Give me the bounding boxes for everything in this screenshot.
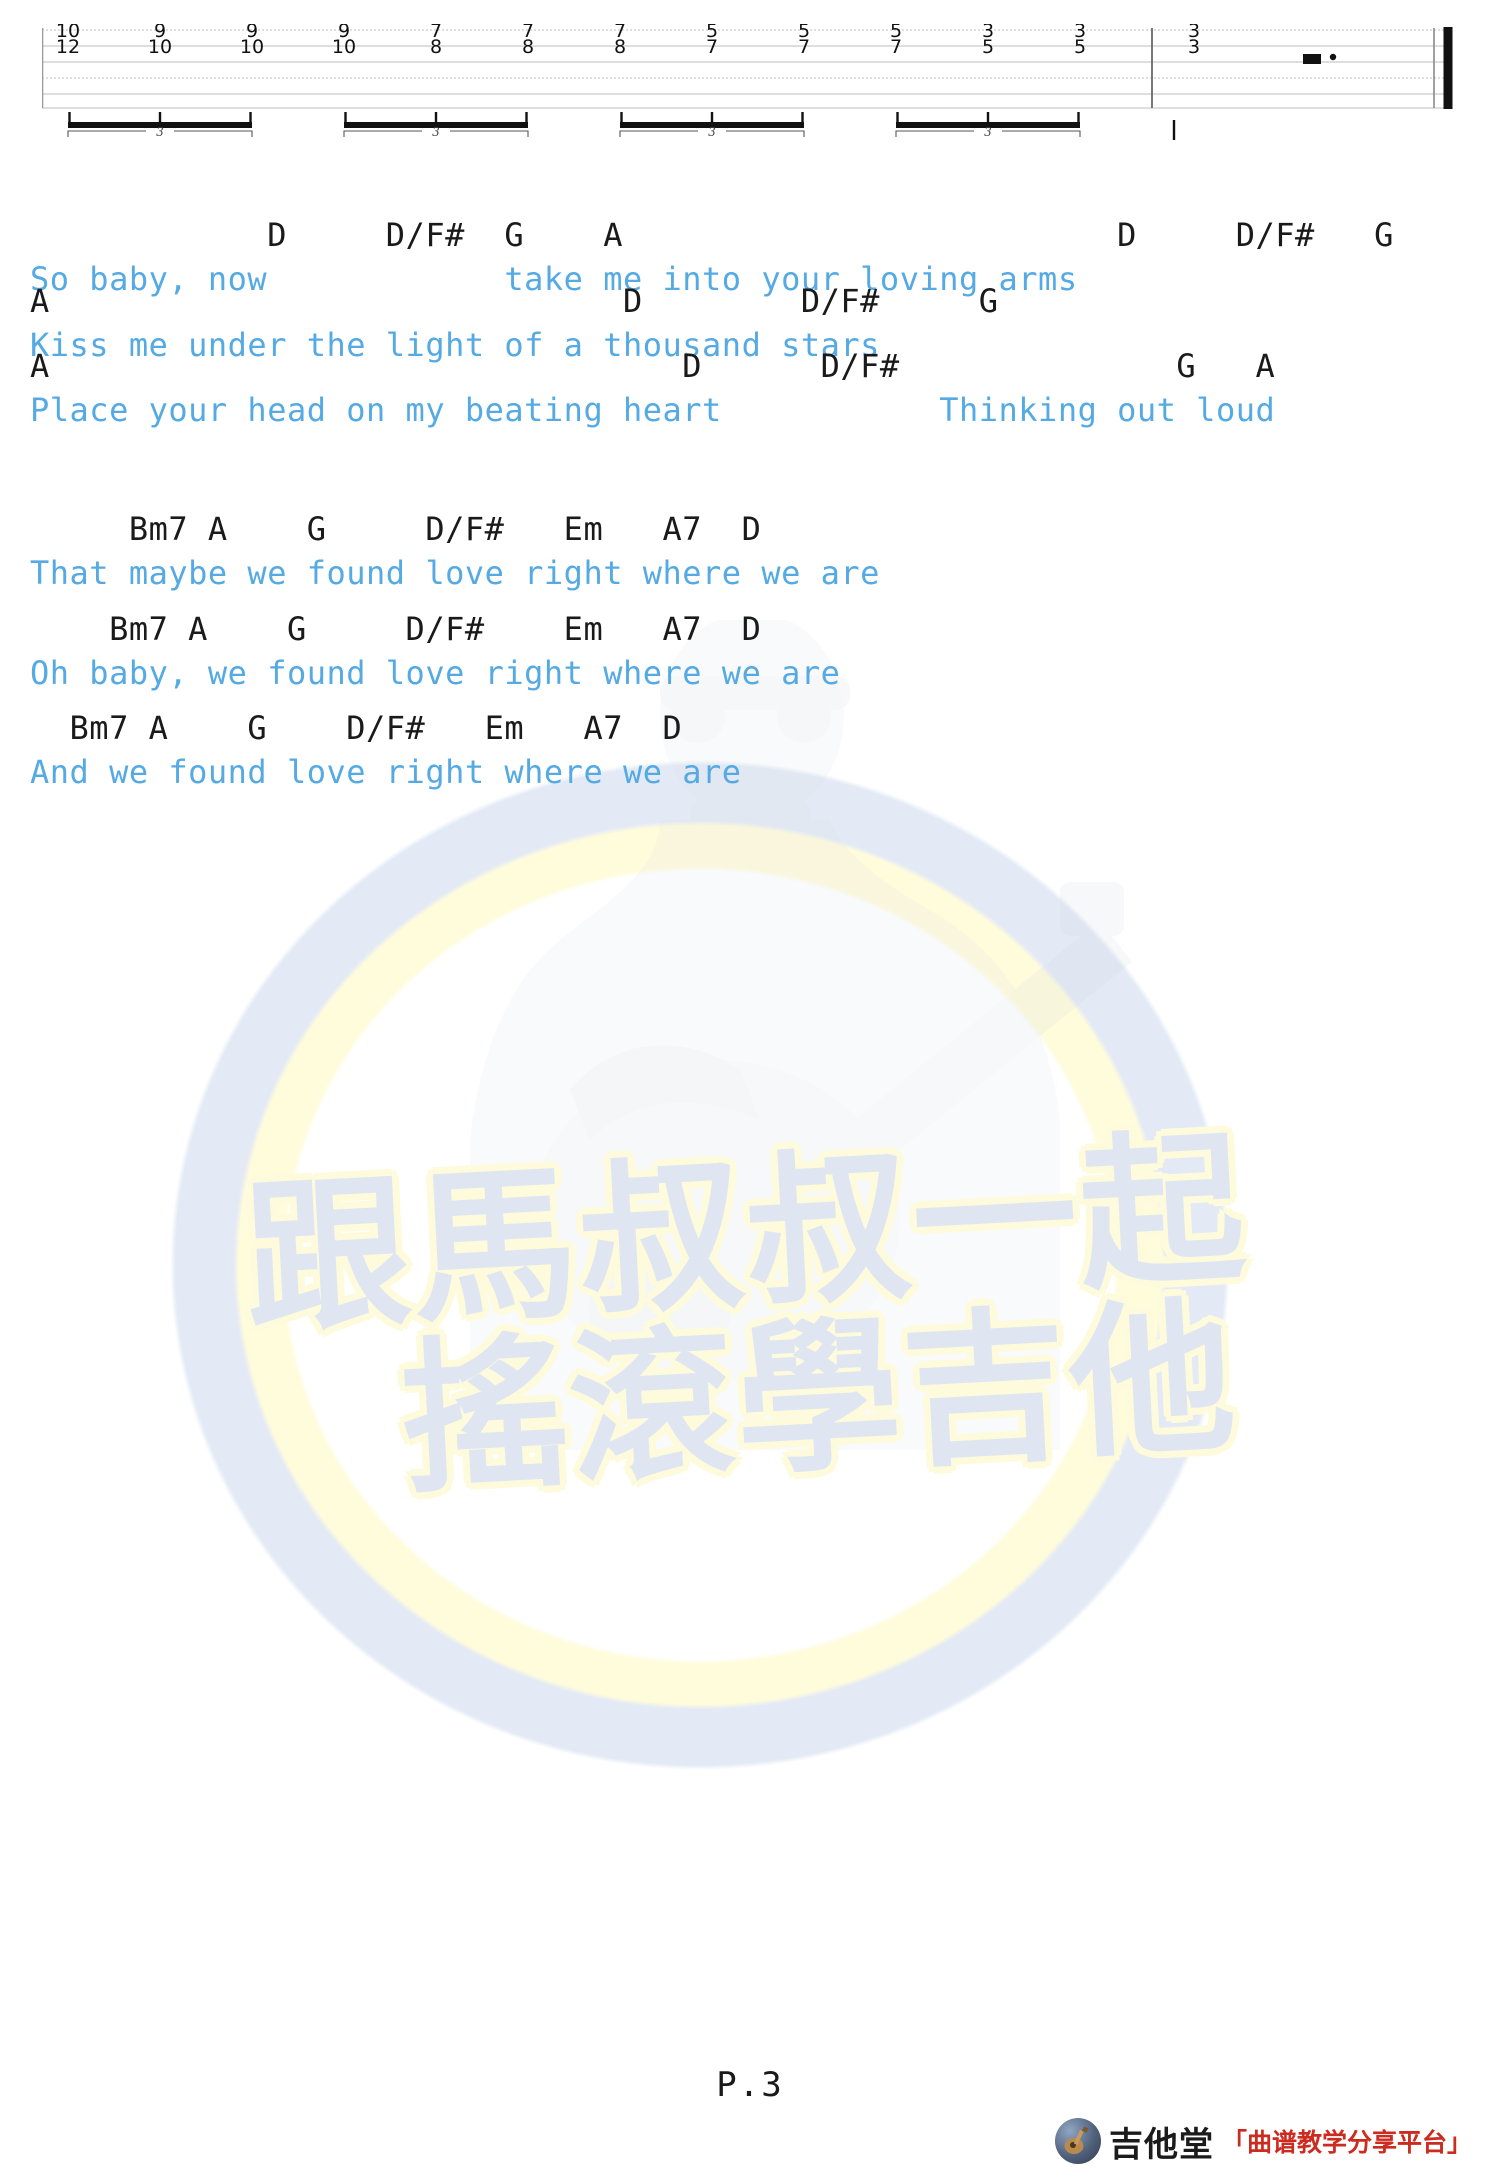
tab-fret-number: 8 xyxy=(430,36,442,58)
watermark-text: 跟馬叔叔一起 搖滾學吉他 xyxy=(142,1112,1358,1518)
lyric-line: Oh baby, we found love right where we ar… xyxy=(30,654,841,692)
tab-fret-number: 7 xyxy=(890,36,902,58)
tab-fret-number: 5 xyxy=(982,36,994,58)
site-logo-tagline: 「曲谱教学分享平台」 xyxy=(1221,2128,1472,2157)
tuplet-number: 3 xyxy=(156,125,164,139)
tab-fret-number: 8 xyxy=(522,36,534,58)
site-logo[interactable]: 吉他堂 「曲谱教学分享平台」 xyxy=(1054,2112,1472,2170)
chord-line: D D/F# G A D D/F# G xyxy=(30,216,1394,254)
beam-groups: 3 3 3 3 xyxy=(67,112,1081,139)
chord-line: A D D/F# G xyxy=(30,282,999,320)
tab-fret-number: 12 xyxy=(56,36,80,58)
tuplet-number: 3 xyxy=(708,125,716,139)
chord-line: Bm7 A G D/F# Em A7 D xyxy=(30,709,683,747)
chord-line: Bm7 A G D/F# Em A7 D xyxy=(30,610,762,648)
tuplet-number: 3 xyxy=(984,125,992,139)
background-watermark: 跟馬叔叔一起 搖滾學吉他 xyxy=(150,620,1350,1860)
tab-note-numbers: 1012910910910787878575757353533 xyxy=(56,24,1200,58)
watermark-line-2: 搖滾學吉他 xyxy=(397,1281,1242,1517)
tab-fret-number: 5 xyxy=(1074,36,1086,58)
site-logo-brand: 吉他堂 xyxy=(1108,2124,1214,2165)
guitar-tab-staff: 1012910910910787878575757353533 3333 xyxy=(42,24,1453,140)
tab-fret-number: 7 xyxy=(706,36,718,58)
guitar-badge-icon xyxy=(1054,2118,1101,2164)
lyric-line: That maybe we found love right where we … xyxy=(30,554,880,592)
lyric-line: Place your head on my beating heart Thin… xyxy=(30,391,1276,429)
tab-fret-number: 7 xyxy=(798,36,810,58)
tab-fret-number: 10 xyxy=(240,36,264,58)
chord-line: Bm7 A G D/F# Em A7 D xyxy=(30,510,762,548)
watermark-ring xyxy=(170,760,1230,1770)
tab-fret-number: 8 xyxy=(614,36,626,58)
tab-fret-number: 3 xyxy=(1188,36,1200,58)
tab-fret-number: 10 xyxy=(332,36,356,58)
watermark-line-1: 跟馬叔叔一起 xyxy=(240,1112,1251,1357)
lyric-line: And we found love right where we are xyxy=(30,753,742,791)
chord-line: A D D/F# G A xyxy=(30,347,1276,385)
page-number: P.3 xyxy=(716,2065,784,2105)
tab-fret-number: 10 xyxy=(148,36,172,58)
tuplet-number: 3 xyxy=(432,125,440,139)
